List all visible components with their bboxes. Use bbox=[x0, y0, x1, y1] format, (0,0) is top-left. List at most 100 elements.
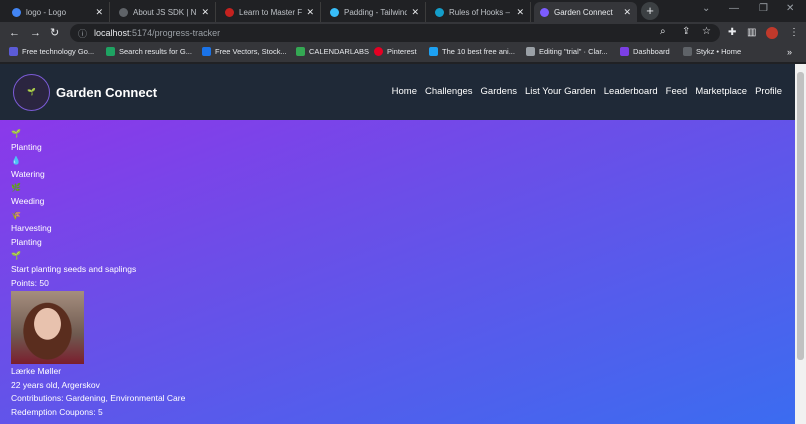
bookmark-item[interactable]: Stykz • Home bbox=[683, 47, 741, 56]
browser-tab[interactable]: Padding - Tailwind C ✕ bbox=[324, 2, 426, 22]
current-step-name: Planting bbox=[11, 236, 42, 247]
page-scrollbar[interactable] bbox=[795, 64, 806, 424]
bookmark-favicon-icon bbox=[9, 47, 18, 56]
browser-tab[interactable]: About JS SDK | NEAR ✕ bbox=[113, 2, 216, 22]
user-avatar bbox=[11, 291, 84, 365]
bookmark-favicon-icon bbox=[620, 47, 629, 56]
bookmark-item[interactable]: Free Vectors, Stock... bbox=[202, 47, 287, 56]
profile-avatar-icon[interactable] bbox=[766, 27, 778, 39]
bookmark-favicon-icon bbox=[296, 47, 305, 56]
tab-favicon-icon bbox=[225, 7, 234, 17]
site-info-icon[interactable]: ⓘ bbox=[78, 27, 87, 40]
url-host: localhost bbox=[94, 28, 130, 38]
browser-toolbar: ← → ↻ ⓘ localhost :5174/progress-tracker… bbox=[0, 22, 806, 44]
bookmark-label: Pinterest bbox=[387, 47, 417, 56]
tab-favicon-icon bbox=[435, 7, 444, 17]
close-tab-icon[interactable]: ✕ bbox=[201, 7, 209, 18]
browser-tab[interactable]: logo - Logo ✕ bbox=[6, 2, 110, 22]
address-bar[interactable]: ⓘ localhost :5174/progress-tracker ⌕ ⇪ ☆ bbox=[70, 24, 720, 42]
close-window-icon[interactable]: ✕ bbox=[786, 3, 794, 14]
tab-title: Padding - Tailwind C bbox=[344, 7, 408, 17]
tab-title: Garden Connect bbox=[554, 7, 613, 17]
sprout-icon: 🌱 bbox=[11, 129, 21, 138]
nav-challenges[interactable]: Challenges bbox=[425, 86, 473, 97]
more-bookmarks-icon[interactable]: » bbox=[787, 47, 792, 57]
new-tab-button[interactable]: + bbox=[641, 2, 659, 20]
bookmark-item[interactable]: The 10 best free ani... bbox=[429, 47, 515, 56]
user-coupons: Redemption Coupons: 5 bbox=[11, 406, 103, 417]
bookmark-label: Editing "trial" · Clar... bbox=[539, 47, 608, 56]
bookmark-item[interactable]: Editing "trial" · Clar... bbox=[526, 47, 608, 56]
bookmark-label: Dashboard bbox=[633, 47, 670, 56]
forward-icon[interactable]: → bbox=[30, 26, 41, 40]
bookmark-item[interactable]: Search results for G... bbox=[106, 47, 192, 56]
bookmark-favicon-icon bbox=[526, 47, 535, 56]
browser-tab[interactable]: Rules of Hooks – Re ✕ bbox=[429, 2, 531, 22]
user-name: Lærke Møller bbox=[11, 366, 62, 377]
tab-favicon-icon bbox=[119, 7, 128, 17]
tab-favicon-icon bbox=[540, 7, 549, 17]
bookmark-favicon-icon bbox=[683, 47, 692, 56]
close-tab-icon[interactable]: ✕ bbox=[623, 7, 631, 18]
bookmark-label: Free technology Go... bbox=[22, 47, 95, 56]
bookmark-item[interactable]: Dashboard bbox=[620, 47, 670, 56]
back-icon[interactable]: ← bbox=[9, 26, 20, 40]
sprout-icon: 🌱 bbox=[11, 251, 21, 261]
search-icon[interactable]: ⌕ bbox=[660, 26, 666, 37]
tab-title: Rules of Hooks – Re bbox=[449, 7, 512, 17]
nav-links: Home Challenges Gardens List Your Garden… bbox=[392, 86, 782, 97]
close-tab-icon[interactable]: ✕ bbox=[516, 7, 524, 18]
bookmark-label: CALENDARLABS bbox=[309, 47, 370, 56]
tab-title: Learn to Master Fre bbox=[239, 7, 303, 17]
web-page: 🌱 Garden Connect Home Challenges Gardens… bbox=[0, 64, 795, 424]
wheat-icon: 🌾 bbox=[11, 210, 21, 220]
tab-title: logo - Logo bbox=[26, 7, 67, 17]
nav-home[interactable]: Home bbox=[392, 86, 417, 97]
bookmark-favicon-icon bbox=[106, 47, 115, 56]
maximize-icon[interactable]: ❐ bbox=[759, 3, 768, 14]
herb-icon: 🌿 bbox=[11, 183, 21, 193]
bookmark-item[interactable]: CALENDARLABS bbox=[296, 47, 369, 56]
side-panel-icon[interactable]: ▥ bbox=[747, 27, 756, 38]
tab-strip: logo - Logo ✕ About JS SDK | NEAR ✕ Lear… bbox=[0, 0, 806, 22]
tab-favicon-icon bbox=[12, 7, 21, 17]
bookmarks-bar: Free technology Go... Search results for… bbox=[0, 44, 806, 63]
nav-profile[interactable]: Profile bbox=[755, 86, 782, 97]
bookmark-item[interactable]: Pinterest bbox=[374, 47, 417, 56]
bookmark-star-icon[interactable]: ☆ bbox=[702, 26, 711, 37]
extensions-icon[interactable]: ✚ bbox=[728, 27, 736, 38]
menu-kebab-icon[interactable]: ⋮ bbox=[789, 27, 799, 38]
logo-icon[interactable]: 🌱 bbox=[13, 73, 50, 111]
browser-tab-active[interactable]: Garden Connect ✕ bbox=[534, 2, 637, 22]
bookmark-favicon-icon bbox=[429, 47, 438, 56]
step-planting[interactable]: Planting bbox=[11, 141, 795, 155]
scrollbar-thumb[interactable] bbox=[797, 72, 804, 360]
app-navbar: 🌱 Garden Connect Home Challenges Gardens… bbox=[0, 64, 795, 120]
bookmark-item[interactable]: Free technology Go... bbox=[9, 47, 94, 56]
bookmark-label: The 10 best free ani... bbox=[442, 47, 515, 56]
reload-icon[interactable]: ↻ bbox=[50, 26, 59, 40]
share-icon[interactable]: ⇪ bbox=[682, 26, 690, 37]
nav-gardens[interactable]: Gardens bbox=[481, 86, 517, 97]
nav-marketplace[interactable]: Marketplace bbox=[695, 86, 747, 97]
browser-tab[interactable]: Learn to Master Fre ✕ bbox=[219, 2, 321, 22]
current-step-description: Start planting seeds and saplings bbox=[11, 263, 137, 274]
close-tab-icon[interactable]: ✕ bbox=[306, 7, 314, 18]
bookmark-favicon-icon bbox=[374, 47, 383, 56]
tab-favicon-icon bbox=[330, 7, 339, 17]
step-watering[interactable]: Watering bbox=[11, 168, 795, 182]
nav-list-your-garden[interactable]: List Your Garden bbox=[525, 86, 596, 97]
close-tab-icon[interactable]: ✕ bbox=[95, 7, 103, 18]
current-step-points: Points: 50 bbox=[11, 277, 49, 288]
brand-title[interactable]: Garden Connect bbox=[56, 85, 157, 100]
close-tab-icon[interactable]: ✕ bbox=[411, 7, 419, 18]
minimize-icon[interactable]: — bbox=[729, 3, 739, 14]
chevron-down-icon[interactable]: ⌄ bbox=[702, 3, 710, 14]
water-drop-icon: 💧 bbox=[11, 156, 21, 166]
step-harvesting[interactable]: Harvesting bbox=[11, 222, 795, 236]
bookmark-label: Free Vectors, Stock... bbox=[215, 47, 287, 56]
nav-feed[interactable]: Feed bbox=[666, 86, 688, 97]
bookmark-label: Stykz • Home bbox=[696, 47, 742, 56]
nav-leaderboard[interactable]: Leaderboard bbox=[604, 86, 658, 97]
step-weeding[interactable]: Weeding bbox=[11, 195, 795, 209]
